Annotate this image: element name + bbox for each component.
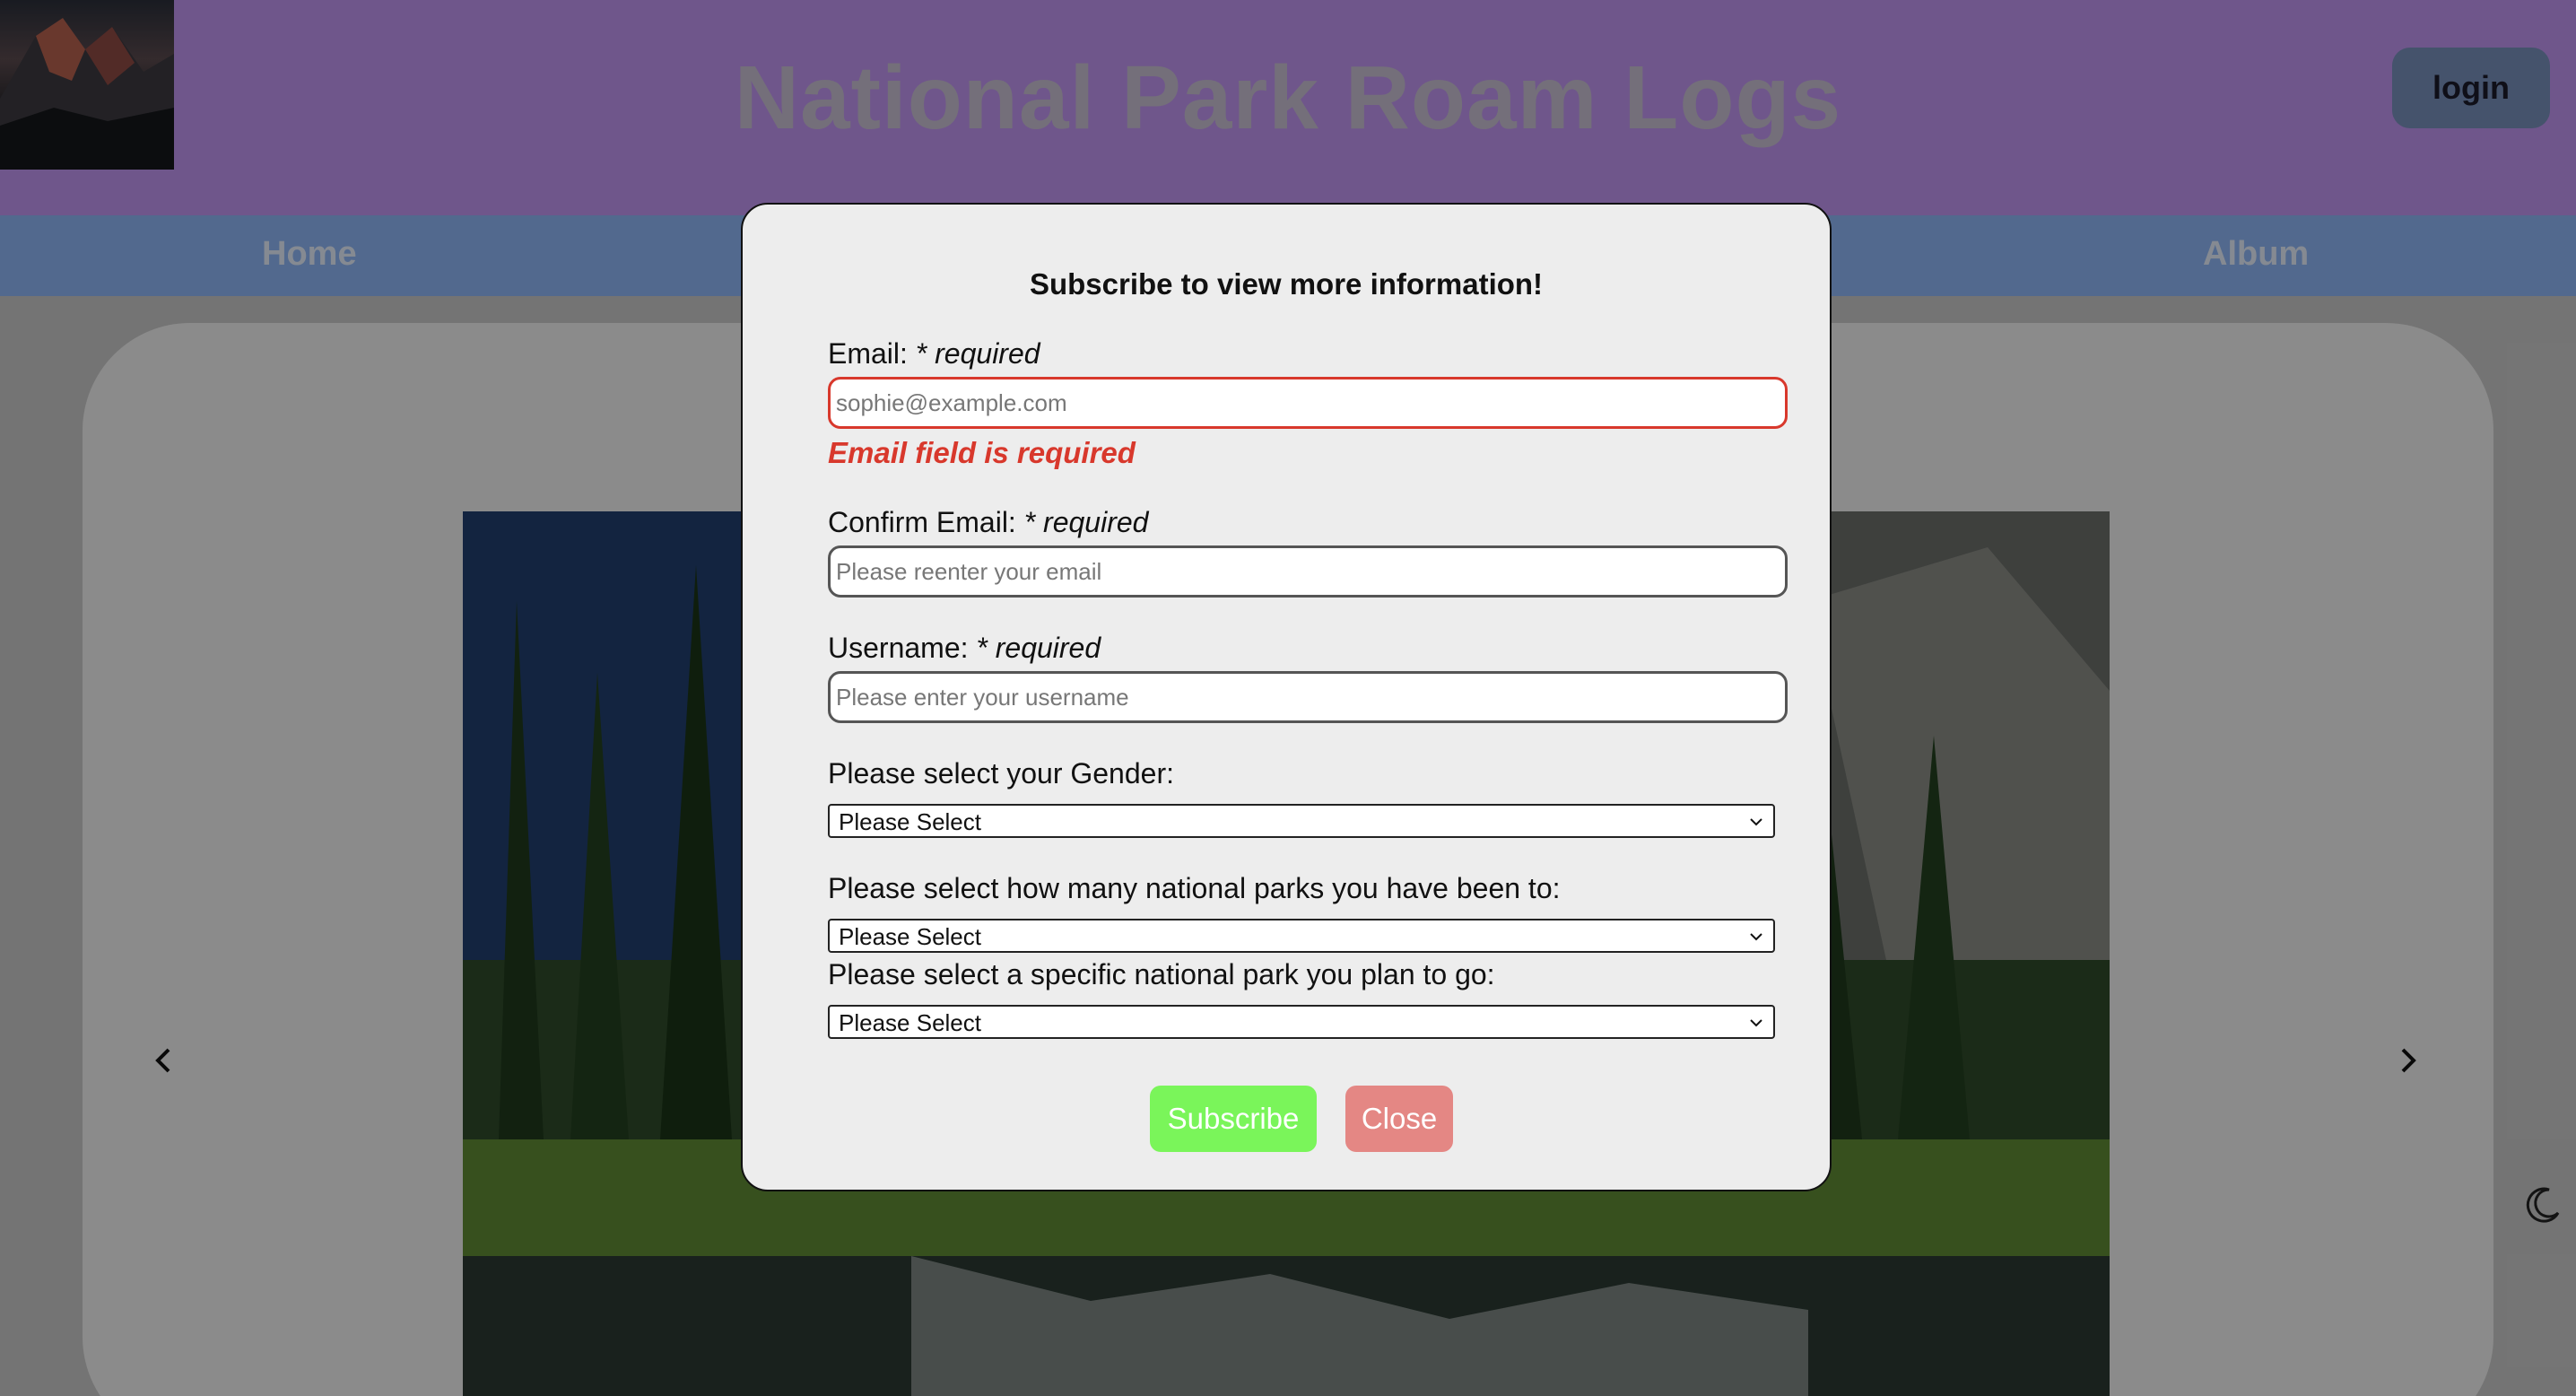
subscribe-button[interactable]: Subscribe xyxy=(1150,1086,1317,1152)
gender-label: Please select your Gender: xyxy=(828,757,1174,790)
email-field[interactable] xyxy=(828,377,1788,429)
confirm-email-label-text: Confirm Email: xyxy=(828,506,1016,538)
gender-select-value: Please Select xyxy=(839,808,981,835)
close-button[interactable]: Close xyxy=(1345,1086,1453,1152)
username-field[interactable] xyxy=(828,671,1788,723)
modal-title: Subscribe to view more information! xyxy=(1029,267,1544,301)
email-required-marker: * required xyxy=(915,337,1040,370)
username-label: Username: * required xyxy=(828,632,1101,665)
email-label-text: Email: xyxy=(828,337,908,370)
chevron-down-icon xyxy=(1750,1019,1762,1027)
username-required-marker: * required xyxy=(976,632,1101,664)
planned-park-label: Please select a specific national park y… xyxy=(828,958,1495,990)
parks-count-select[interactable]: Please Select xyxy=(828,919,1775,953)
parks-count-select-value: Please Select xyxy=(839,923,981,950)
chevron-down-icon xyxy=(1750,933,1762,941)
subscribe-modal: Subscribe to view more information! Emai… xyxy=(741,203,1832,1191)
planned-park-select-value: Please Select xyxy=(839,1009,981,1036)
gender-select[interactable]: Please Select xyxy=(828,804,1775,838)
confirm-email-label: Confirm Email: * required xyxy=(828,506,1148,539)
parks-count-label: Please select how many national parks yo… xyxy=(828,872,1561,904)
chevron-down-icon xyxy=(1750,818,1762,826)
email-label: Email: * required xyxy=(828,337,1040,371)
planned-park-select[interactable]: Please Select xyxy=(828,1005,1775,1039)
username-label-text: Username: xyxy=(828,632,969,664)
email-error-message: Email field is required xyxy=(828,436,1136,469)
confirm-email-field[interactable] xyxy=(828,545,1788,598)
confirm-email-required-marker: * required xyxy=(1023,506,1149,538)
